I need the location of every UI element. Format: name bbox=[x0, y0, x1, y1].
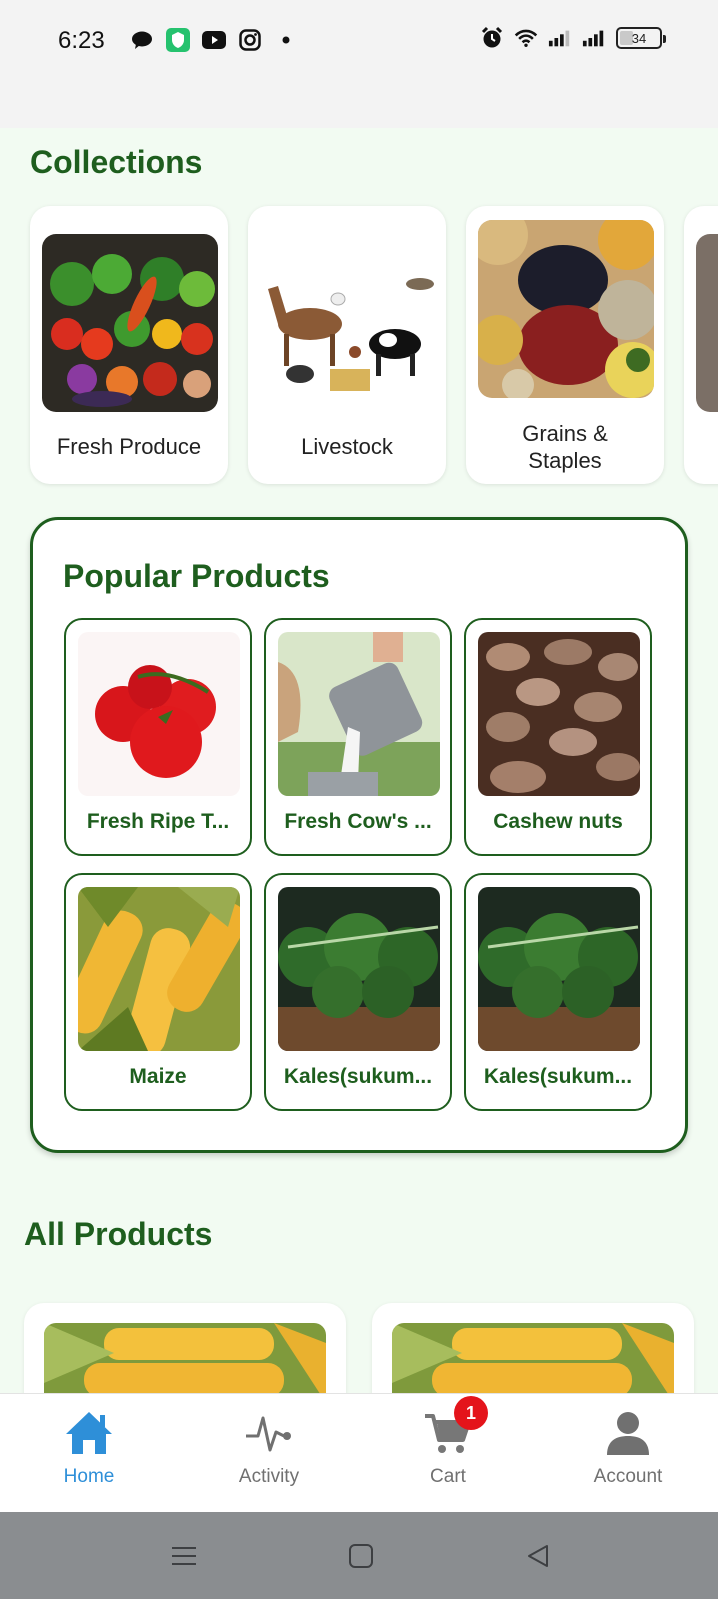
collection-card-grains-staples[interactable]: Grains & Staples bbox=[466, 206, 664, 484]
instagram-icon bbox=[238, 28, 262, 52]
vpn-shield-icon bbox=[166, 28, 190, 52]
animals-image bbox=[260, 234, 436, 412]
maize-image bbox=[44, 1323, 326, 1393]
nav-label: Home bbox=[63, 1466, 115, 1487]
product-card-kale[interactable]: Kales(sukum... bbox=[264, 873, 452, 1111]
cart-icon: 1 bbox=[422, 1396, 488, 1458]
nav-label: Activity bbox=[238, 1466, 300, 1487]
product-card-kale[interactable]: Kales(sukum... bbox=[464, 873, 652, 1111]
signal-icon bbox=[548, 26, 572, 50]
collection-card-fresh-produce[interactable]: Fresh Produce bbox=[30, 206, 228, 484]
system-navigation-bar bbox=[0, 1512, 718, 1599]
dot-icon bbox=[274, 28, 298, 52]
wifi-icon bbox=[514, 26, 538, 50]
activity-icon bbox=[243, 1408, 295, 1458]
product-name: Cashew nuts bbox=[493, 810, 623, 833]
kale-image bbox=[278, 887, 440, 1051]
maize-image bbox=[392, 1323, 674, 1393]
product-card-maize[interactable]: Maize bbox=[64, 873, 252, 1111]
product-card[interactable] bbox=[24, 1303, 346, 1393]
system-status-icons: 34 bbox=[480, 26, 666, 50]
menu-icon[interactable] bbox=[168, 1540, 200, 1572]
collections-title: Collections bbox=[30, 144, 203, 180]
status-time: 6:23 bbox=[58, 27, 105, 54]
product-name: Kales(sukum... bbox=[283, 1065, 433, 1088]
vegetables-image bbox=[42, 234, 218, 412]
battery-level: 34 bbox=[631, 30, 647, 46]
product-name: Kales(sukum... bbox=[483, 1065, 633, 1088]
chat-icon bbox=[130, 28, 154, 52]
signal-icon bbox=[582, 26, 606, 50]
collection-card-livestock[interactable]: Livestock bbox=[248, 206, 446, 484]
collection-label: Grains & Staples bbox=[522, 420, 608, 474]
nav-account[interactable]: Account bbox=[558, 1408, 698, 1500]
product-card-milk[interactable]: Fresh Cow's ... bbox=[264, 618, 452, 856]
notification-icons bbox=[130, 28, 298, 52]
product-name: Fresh Ripe T... bbox=[86, 810, 230, 833]
nav-cart[interactable]: 1 Cart bbox=[378, 1396, 518, 1500]
milk-image bbox=[278, 632, 440, 796]
collection-image bbox=[696, 234, 718, 412]
alarm-icon bbox=[480, 26, 504, 50]
maize-image bbox=[78, 887, 240, 1051]
product-card[interactable] bbox=[372, 1303, 694, 1393]
product-name: Maize bbox=[129, 1065, 187, 1088]
battery-indicator: 34 bbox=[616, 27, 666, 49]
product-card-tomatoes[interactable]: Fresh Ripe T... bbox=[64, 618, 252, 856]
popular-products-title: Popular Products bbox=[63, 558, 330, 594]
status-bar: 6:23 34 bbox=[0, 0, 718, 128]
home-icon bbox=[63, 1408, 115, 1458]
collections-carousel[interactable]: Fresh Produce Livestock Grains & Staples bbox=[30, 206, 718, 486]
nav-label: Account bbox=[593, 1466, 663, 1487]
bottom-navigation: Home Activity 1 Cart Account bbox=[0, 1393, 718, 1512]
collection-card-partial[interactable] bbox=[684, 206, 718, 484]
back-triangle-icon[interactable] bbox=[522, 1540, 554, 1572]
collection-label: Livestock bbox=[301, 434, 393, 460]
account-icon bbox=[602, 1408, 654, 1458]
product-card-cashew[interactable]: Cashew nuts bbox=[464, 618, 652, 856]
cashew-image bbox=[478, 632, 640, 796]
popular-products-panel: Popular Products Fresh Ripe T... Fresh C… bbox=[30, 517, 688, 1153]
all-products-title: All Products bbox=[24, 1216, 213, 1252]
main-content[interactable]: Collections Fresh Produce Livestock Grai… bbox=[0, 128, 718, 1393]
kale-image bbox=[478, 887, 640, 1051]
tomatoes-image bbox=[78, 632, 240, 796]
grains-image bbox=[478, 220, 654, 398]
collection-label: Fresh Produce bbox=[56, 434, 202, 460]
product-name: Fresh Cow's ... bbox=[284, 810, 432, 833]
home-square-icon[interactable] bbox=[345, 1540, 377, 1572]
nav-activity[interactable]: Activity bbox=[199, 1408, 339, 1500]
youtube-icon bbox=[202, 28, 226, 52]
nav-label: Cart bbox=[430, 1466, 466, 1487]
cart-count-badge: 1 bbox=[454, 1396, 488, 1430]
nav-home[interactable]: Home bbox=[19, 1408, 159, 1500]
